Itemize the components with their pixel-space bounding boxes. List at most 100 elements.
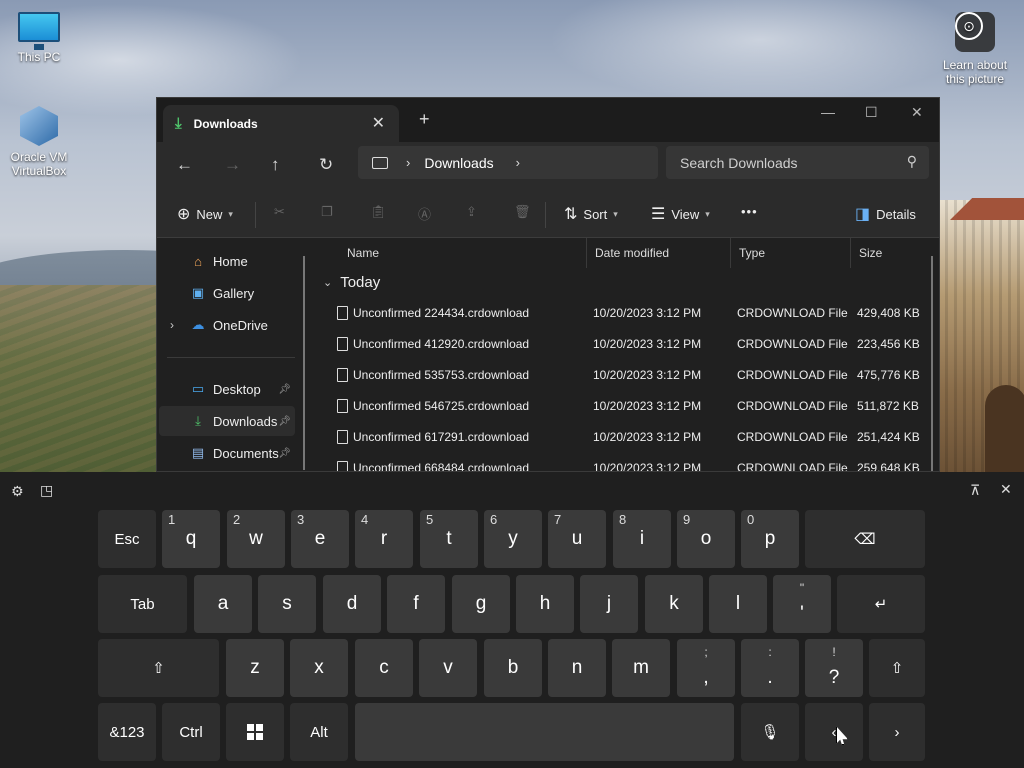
nav-scrollbar[interactable] bbox=[303, 256, 305, 470]
file-row[interactable]: Unconfirmed 546725.crdownload 10/20/2023 … bbox=[315, 391, 935, 422]
emoji-panel-icon[interactable]: ◳ bbox=[40, 482, 53, 499]
column-header-size[interactable]: Size bbox=[851, 238, 931, 268]
key-arrow-right[interactable]: › bbox=[869, 703, 925, 761]
desktop-icon-virtualbox[interactable]: Oracle VM VirtualBox bbox=[1, 106, 77, 178]
dock-keyboard-icon[interactable]: ⊼ bbox=[970, 482, 980, 499]
rename-icon[interactable]: Ⓐ bbox=[418, 204, 431, 223]
group-header-today[interactable]: ⌄ Today bbox=[323, 274, 380, 291]
delete-icon[interactable]: 🗑︎ bbox=[514, 204, 531, 220]
key-g[interactable]: g bbox=[452, 575, 510, 633]
key-c[interactable]: c bbox=[355, 639, 413, 697]
file-list-scrollbar[interactable] bbox=[931, 256, 933, 471]
view-button[interactable]: ☰ View ▾ bbox=[651, 204, 710, 224]
key-h[interactable]: h bbox=[516, 575, 574, 633]
key-y[interactable]: 6y bbox=[484, 510, 542, 568]
nav-item-desktop[interactable]: ▭ Desktop 📌︎ bbox=[159, 374, 295, 404]
new-tab-button[interactable]: + bbox=[419, 109, 430, 130]
chevron-right-icon[interactable]: › bbox=[170, 318, 174, 332]
file-row[interactable]: Unconfirmed 617291.crdownload 10/20/2023 … bbox=[315, 422, 935, 453]
pin-icon[interactable]: 📌︎ bbox=[278, 416, 291, 427]
key-q[interactable]: 1q bbox=[162, 510, 220, 568]
key-m[interactable]: m bbox=[612, 639, 670, 697]
key-period[interactable]: :. bbox=[741, 639, 799, 697]
key-tab[interactable]: Tab bbox=[98, 575, 187, 633]
key-esc[interactable]: Esc bbox=[98, 510, 156, 568]
key-e[interactable]: 3e bbox=[291, 510, 349, 568]
key-f[interactable]: f bbox=[387, 575, 445, 633]
share-icon[interactable]: ⇪ bbox=[466, 204, 477, 220]
key-x[interactable]: x bbox=[290, 639, 348, 697]
nav-item-onedrive[interactable]: › ☁ OneDrive bbox=[159, 310, 295, 340]
nav-item-downloads[interactable]: ⤓ Downloads 📌︎ bbox=[159, 406, 295, 436]
key-t[interactable]: 5t bbox=[420, 510, 478, 568]
key-arrow-left[interactable]: ‹ bbox=[805, 703, 863, 761]
key-b[interactable]: b bbox=[484, 639, 542, 697]
copy-icon[interactable]: ❐ bbox=[321, 204, 333, 220]
address-bar[interactable]: › Downloads › bbox=[358, 146, 658, 179]
column-header-name[interactable]: Name bbox=[339, 238, 587, 268]
key-apostrophe[interactable]: " ' bbox=[773, 575, 831, 633]
desktop-icon-this-pc[interactable]: This PC bbox=[1, 12, 77, 64]
forward-arrow-icon[interactable]: → bbox=[224, 155, 241, 175]
paste-icon[interactable]: 📋︎ bbox=[370, 204, 387, 220]
search-input[interactable]: Search Downloads ⚲ bbox=[666, 146, 929, 179]
key-s[interactable]: s bbox=[258, 575, 316, 633]
settings-gear-icon[interactable]: ⚙ bbox=[11, 483, 24, 500]
key-p[interactable]: 0p bbox=[741, 510, 799, 568]
nav-item-documents[interactable]: ▤ Documents 📌︎ bbox=[159, 438, 295, 468]
back-arrow-icon[interactable]: ← bbox=[176, 155, 193, 175]
tab-downloads[interactable]: ⤓ Downloads ✕ bbox=[163, 105, 399, 142]
desktop-icon-learn-picture[interactable]: ⊙ Learn about this picture bbox=[937, 12, 1013, 86]
key-a[interactable]: a bbox=[194, 575, 252, 633]
file-row[interactable]: Unconfirmed 412920.crdownload 10/20/2023 … bbox=[315, 329, 935, 360]
key-windows[interactable] bbox=[226, 703, 284, 761]
key-question[interactable]: !? bbox=[805, 639, 863, 697]
key-v[interactable]: v bbox=[419, 639, 477, 697]
column-header-type[interactable]: Type bbox=[731, 238, 851, 268]
column-header-date[interactable]: Date modified bbox=[587, 238, 731, 268]
key-microphone[interactable]: 🎙︎ bbox=[741, 703, 799, 761]
close-keyboard-icon[interactable]: ✕ bbox=[1000, 481, 1012, 498]
key-alt[interactable]: Alt bbox=[290, 703, 348, 761]
key-backspace[interactable]: ⌫ bbox=[805, 510, 925, 568]
sort-button[interactable]: ⇅ Sort ▾ bbox=[564, 204, 618, 224]
key-symbols[interactable]: &123 bbox=[98, 703, 156, 761]
key-j[interactable]: j bbox=[580, 575, 638, 633]
key-space[interactable] bbox=[355, 703, 734, 761]
key-u[interactable]: 7u bbox=[548, 510, 606, 568]
chevron-right-icon[interactable]: › bbox=[406, 155, 410, 170]
pin-icon[interactable]: 📌︎ bbox=[278, 448, 291, 459]
key-enter[interactable]: ↵ bbox=[837, 575, 925, 633]
minimize-icon[interactable]: — bbox=[821, 104, 835, 120]
close-window-icon[interactable]: ✕ bbox=[911, 104, 923, 121]
breadcrumb-downloads[interactable]: Downloads bbox=[424, 155, 493, 171]
refresh-icon[interactable]: ↻ bbox=[319, 155, 333, 175]
key-r[interactable]: 4r bbox=[355, 510, 413, 568]
key-ctrl[interactable]: Ctrl bbox=[162, 703, 220, 761]
up-arrow-icon[interactable]: ↑ bbox=[271, 155, 280, 175]
nav-item-gallery[interactable]: ▣ Gallery bbox=[159, 278, 295, 308]
cut-icon[interactable]: ✂ bbox=[274, 204, 285, 220]
details-button[interactable]: ◨ Details bbox=[855, 204, 916, 224]
file-row[interactable]: Unconfirmed 668484.crdownload 10/20/2023 … bbox=[315, 453, 935, 471]
key-shift-right[interactable]: ⇧ bbox=[869, 639, 925, 697]
chevron-right-icon[interactable]: › bbox=[516, 155, 520, 170]
key-n[interactable]: n bbox=[548, 639, 606, 697]
key-shift-left[interactable]: ⇧ bbox=[98, 639, 219, 697]
key-d[interactable]: d bbox=[323, 575, 381, 633]
key-o[interactable]: 9o bbox=[677, 510, 735, 568]
close-tab-icon[interactable]: ✕ bbox=[372, 113, 385, 133]
more-options-icon[interactable]: ••• bbox=[741, 204, 758, 219]
pin-icon[interactable]: 📌︎ bbox=[278, 384, 291, 395]
new-button[interactable]: ⊕ New ▾ bbox=[177, 204, 233, 224]
maximize-icon[interactable]: ☐ bbox=[865, 104, 878, 121]
key-z[interactable]: z bbox=[226, 639, 284, 697]
nav-item-home[interactable]: ⌂ Home bbox=[159, 246, 295, 276]
key-k[interactable]: k bbox=[645, 575, 703, 633]
key-comma[interactable]: ;, bbox=[677, 639, 735, 697]
key-i[interactable]: 8i bbox=[613, 510, 671, 568]
file-row[interactable]: Unconfirmed 224434.crdownload 10/20/2023 … bbox=[315, 298, 935, 329]
file-row[interactable]: Unconfirmed 535753.crdownload 10/20/2023 … bbox=[315, 360, 935, 391]
key-w[interactable]: 2w bbox=[227, 510, 285, 568]
key-l[interactable]: l bbox=[709, 575, 767, 633]
